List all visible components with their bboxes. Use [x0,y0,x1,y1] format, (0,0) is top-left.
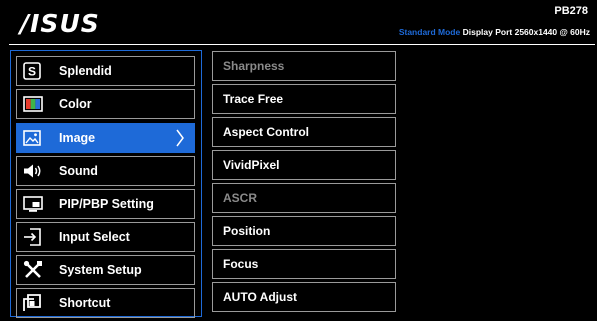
menu-label: System Setup [59,263,142,277]
osd-header: /ISUS PB278 Standard Mode Display Port 2… [0,0,597,44]
submenu-label: VividPixel [223,158,280,172]
input-text: Display Port [462,27,513,37]
submenu-item-ascr[interactable]: ASCR [212,183,396,213]
menu-item-system-setup[interactable]: System Setup [16,255,195,285]
menu-item-input-select[interactable]: Input Select [16,222,195,252]
menu-item-color[interactable]: Color [16,89,195,119]
submenu-label: Trace Free [223,92,284,106]
resolution-text: 2560x1440 @ 60Hz [514,27,590,37]
menu-item-shortcut[interactable]: Shortcut [16,288,195,318]
submenu-item-position[interactable]: Position [212,216,396,246]
submenu-label: Position [223,224,271,238]
submenu-item-trace-free[interactable]: Trace Free [212,84,396,114]
main-menu: S Splendid Color Image Sound PIP/PBP Set… [10,50,202,318]
submenu-label: AUTO Adjust [223,290,297,304]
menu-item-pip-pbp[interactable]: PIP/PBP Setting [16,189,195,219]
submenu-label: ASCR [223,191,258,205]
submenu-item-focus[interactable]: Focus [212,249,396,279]
shortcut-icon [23,294,51,312]
menu-label: Image [59,131,96,145]
image-icon [23,130,51,146]
status-line: Standard Mode Display Port 2560x1440 @ 6… [399,27,590,37]
submenu-item-vividpixel[interactable]: VividPixel [212,150,396,180]
tools-icon [23,260,51,280]
submenu-item-aspect-control[interactable]: Aspect Control [212,117,396,147]
input-select-icon [23,228,51,246]
menu-item-splendid[interactable]: S Splendid [16,56,195,86]
submenu-item-sharpness[interactable]: Sharpness [212,51,396,81]
mode-text: Standard Mode [398,27,461,37]
model-name: PB278 [554,5,588,17]
pip-icon [23,195,51,213]
asus-logo: /ISUS [20,9,100,38]
menu-label: Shortcut [59,296,111,310]
svg-text:S: S [28,65,36,79]
speaker-icon [23,163,51,179]
color-icon [23,96,51,112]
submenu-label: Sharpness [223,59,285,73]
submenu-label: Focus [223,257,259,271]
chevron-right-icon [175,129,185,150]
menu-label: PIP/PBP Setting [59,197,154,211]
menu-item-sound[interactable]: Sound [16,156,195,186]
submenu-item-auto-adjust[interactable]: AUTO Adjust [212,282,396,312]
menu-label: Input Select [59,230,130,244]
submenu-label: Aspect Control [223,125,310,139]
menu-label: Splendid [59,64,112,78]
menu-label: Color [59,97,92,111]
menu-item-image[interactable]: Image [16,123,195,153]
splendid-icon: S [23,62,51,80]
menu-label: Sound [59,164,98,178]
